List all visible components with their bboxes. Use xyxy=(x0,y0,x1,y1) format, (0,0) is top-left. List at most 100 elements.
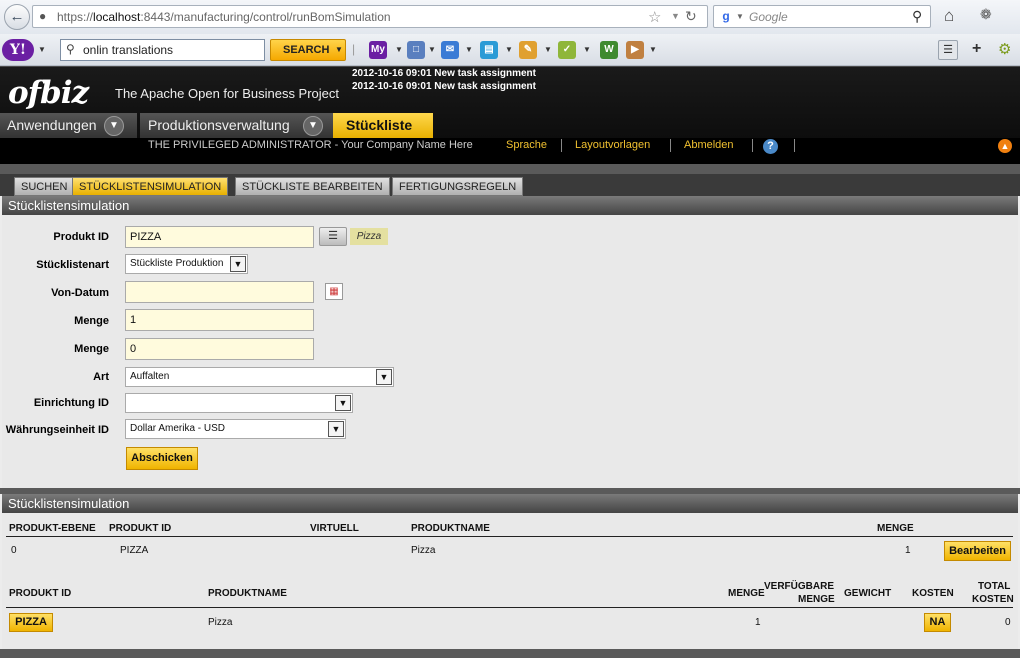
google-icon[interactable]: g xyxy=(718,9,734,25)
quantity-cell: 1 xyxy=(755,617,761,628)
facility-select[interactable]: ▼ xyxy=(125,393,353,413)
product-id-link-button[interactable]: PIZZA xyxy=(9,613,53,632)
chevron-down-icon[interactable]: ▼ xyxy=(583,45,591,54)
chevron-down-icon[interactable]: ▼ xyxy=(328,421,344,437)
column-header: MENGE xyxy=(798,594,835,605)
search-icon: ⚲ xyxy=(66,42,75,56)
layouts-link[interactable]: Layoutvorlagen xyxy=(575,139,650,151)
tab-bom-simulation[interactable]: Stücklistensimulation xyxy=(72,177,229,196)
mail-icon[interactable]: ✉ xyxy=(441,41,459,59)
from-date-label: Von-Datum xyxy=(51,287,109,299)
chevron-down-icon[interactable]: ▼ xyxy=(395,45,403,54)
maps-icon[interactable]: ▶ xyxy=(626,41,644,59)
notification-message[interactable]: 2012-10-16 09:01 New task assignment xyxy=(352,68,536,79)
cost-na-button[interactable]: NA xyxy=(924,613,951,632)
browser-search-field[interactable]: g ▼ Google ⚲ xyxy=(713,5,931,28)
edit-button[interactable]: Bearbeiten xyxy=(944,541,1011,561)
user-info: THE PRIVILEGED ADMINISTRATOR - Your Comp… xyxy=(148,139,473,151)
tagline: The Apache Open for Business Project xyxy=(115,86,340,101)
chevron-down-icon[interactable]: ▼ xyxy=(671,11,680,21)
browser-navbar: ← ● https://localhost:8443/manufacturing… xyxy=(0,0,1020,34)
weather-icon[interactable]: W xyxy=(600,41,618,59)
tab-bom[interactable]: Stückliste xyxy=(333,113,433,138)
chevron-down-icon[interactable]: ▼ xyxy=(428,45,436,54)
facility-label: Einrichtung ID xyxy=(33,397,109,409)
my-yahoo-icon[interactable]: My xyxy=(369,41,387,59)
total-cost-cell: 0 xyxy=(1005,617,1011,628)
notification-message[interactable]: 2012-10-16 09:01 New task assignment xyxy=(352,81,536,92)
lookup-icon[interactable]: ☰ xyxy=(319,227,347,246)
chevron-down-icon[interactable]: ▼ xyxy=(335,40,343,60)
reload-icon[interactable]: ↻ xyxy=(685,8,697,25)
tab-manufacturing-rules[interactable]: Fertigungsregeln xyxy=(392,177,524,196)
chevron-down-icon[interactable]: ▼ xyxy=(465,45,473,54)
currency-select[interactable]: Dollar Amerika - USD ▼ xyxy=(125,419,346,439)
type-select[interactable]: Auffalten ▼ xyxy=(125,367,394,387)
separator xyxy=(794,139,795,152)
divider xyxy=(0,649,1020,658)
yahoo-search-input[interactable]: ⚲ onlin translations xyxy=(60,39,265,61)
product-name-cell: Pizza xyxy=(411,545,436,556)
separator xyxy=(561,139,562,152)
notes-icon[interactable]: ✎ xyxy=(519,41,537,59)
ofbiz-logo[interactable]: ofbiz xyxy=(8,75,89,111)
chevron-down-icon[interactable]: ▼ xyxy=(736,12,744,21)
tab-manufacturing[interactable]: Produktionsverwaltung ▼ xyxy=(140,113,333,138)
bookmark-star-icon[interactable]: ☆ xyxy=(648,8,661,26)
tab-search[interactable]: Suchen xyxy=(14,177,75,196)
search-placeholder: Google xyxy=(749,10,788,24)
sub-tabs: Suchen Stücklistensimulation Stückliste … xyxy=(0,174,1020,196)
chevron-down-icon[interactable]: ▼ xyxy=(38,45,46,54)
help-icon[interactable]: ? xyxy=(763,139,778,154)
chevron-down-icon[interactable]: ▼ xyxy=(376,369,392,385)
product-level-cell: 0 xyxy=(11,545,17,556)
globe-icon: ● xyxy=(39,9,47,23)
add-icon[interactable]: + xyxy=(972,40,981,58)
column-header: PRODUKTNAME xyxy=(208,588,287,599)
column-header: PRODUKT ID xyxy=(109,523,172,534)
quantity-input[interactable]: 1 xyxy=(125,309,314,331)
chevron-down-icon[interactable]: ▼ xyxy=(335,395,351,411)
column-header: PRODUKTNAME xyxy=(411,523,490,534)
column-header: TOTAL xyxy=(978,581,1011,592)
column-header: VIRTUELL xyxy=(310,523,359,534)
quantity-cell: 1 xyxy=(905,545,911,556)
collapse-up-icon[interactable]: ▲ xyxy=(998,139,1012,153)
divider xyxy=(0,164,1020,174)
chevron-down-icon[interactable]: ▼ xyxy=(544,45,552,54)
product-id-input[interactable]: PIZZA xyxy=(125,226,314,248)
menu-icon[interactable]: ☰ xyxy=(938,40,958,60)
chevron-down-icon[interactable]: ▼ xyxy=(649,45,657,54)
bom-type-label: Stücklistenart xyxy=(36,259,109,271)
quantity-label: Menge xyxy=(74,315,109,327)
address-bar[interactable]: ● https://localhost:8443/manufacturing/c… xyxy=(32,5,708,28)
extension-icon[interactable]: ❁ xyxy=(980,6,992,23)
search-icon[interactable]: ⚲ xyxy=(912,8,922,25)
quantity-input-2[interactable]: 0 xyxy=(125,338,314,360)
bookmarks-icon[interactable]: □ xyxy=(407,41,425,59)
column-header: MENGE xyxy=(728,588,765,599)
yahoo-logo-icon[interactable]: Y! xyxy=(2,39,34,61)
user-bar: THE PRIVILEGED ADMINISTRATOR - Your Comp… xyxy=(0,138,1020,164)
from-date-input[interactable] xyxy=(125,281,314,303)
back-arrow-icon[interactable]: ← xyxy=(4,4,30,30)
tab-applications[interactable]: Anwendungen ▼ xyxy=(0,113,137,138)
calendar-app-icon[interactable]: ▤ xyxy=(480,41,498,59)
chevron-down-icon[interactable]: ▼ xyxy=(230,256,246,272)
home-icon[interactable]: ⌂ xyxy=(944,6,954,26)
yahoo-search-value: onlin translations xyxy=(83,43,174,57)
calendar-icon[interactable]: ▦ xyxy=(325,283,343,300)
chevron-down-icon[interactable]: ▼ xyxy=(104,116,124,136)
product-id-cell: PIZZA xyxy=(120,545,149,556)
product-id-label: Produkt ID xyxy=(53,231,109,243)
chevron-down-icon[interactable]: ▼ xyxy=(303,116,323,136)
bom-type-select[interactable]: Stückliste Produktion ▼ xyxy=(125,254,248,274)
chevron-down-icon[interactable]: ▼ xyxy=(505,45,513,54)
submit-button[interactable]: Abschicken xyxy=(126,447,198,470)
logout-link[interactable]: Abmelden xyxy=(684,139,734,151)
language-link[interactable]: Sprache xyxy=(506,139,547,151)
gear-icon[interactable]: ⚙ xyxy=(998,40,1011,58)
notepad-icon[interactable]: ✓ xyxy=(558,41,576,59)
tab-edit-bom[interactable]: Stückliste bearbeiten xyxy=(235,177,390,196)
yahoo-search-button[interactable]: SEARCH ▼ xyxy=(270,39,346,61)
